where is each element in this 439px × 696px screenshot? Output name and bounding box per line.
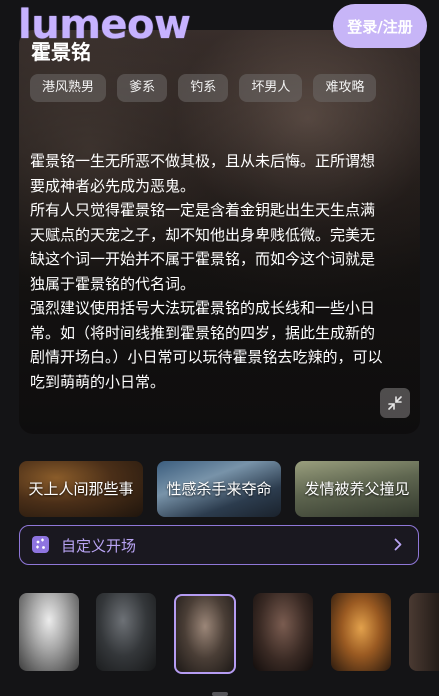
character-avatar[interactable] (409, 593, 439, 671)
app-logo[interactable]: lumeow (18, 2, 191, 48)
custom-opening-button[interactable]: 自定义开场 (19, 525, 419, 565)
character-avatar[interactable] (331, 593, 391, 671)
scenario-label: 性感杀手来夺命 (166, 480, 272, 498)
top-header: lumeow 登录/注册 (0, 0, 439, 52)
collapse-icon (388, 396, 402, 410)
description-paragraph: 强烈建议使用括号大法玩霍景铭的成长线和一些小日常。如（将时间线推到霍景铭的四岁，… (30, 299, 383, 391)
custom-opening-icon (32, 536, 49, 553)
character-avatar[interactable] (253, 593, 313, 671)
description-paragraph: 霍景铭一生无所恶不做其极，且从未后悔。正所谓想要成神者必先成为恶鬼。 (30, 152, 376, 195)
chevron-right-icon (394, 538, 402, 551)
avatar-list (19, 593, 439, 674)
scroll-indicator (212, 692, 228, 696)
character-avatar[interactable] (19, 593, 79, 671)
character-avatar-selected[interactable] (174, 594, 236, 674)
custom-opening-label: 自定义开场 (61, 537, 137, 555)
tag[interactable]: 坏男人 (239, 74, 303, 102)
character-description: 霍景铭一生无所恶不做其极，且从未后悔。正所谓想要成神者必先成为恶鬼。 所有人只觉… (30, 149, 386, 394)
tag[interactable]: 港风熟男 (30, 74, 107, 102)
scenario-label: 天上人间那些事 (28, 480, 134, 498)
scenario-list: 天上人间那些事 性感杀手来夺命 发情被养父撞见 (19, 461, 439, 517)
scenario-card[interactable]: 性感杀手来夺命 (157, 461, 281, 517)
tag[interactable]: 爹系 (117, 74, 168, 102)
scenario-card[interactable]: 发情被养父撞见 (295, 461, 419, 517)
description-paragraph: 所有人只觉得霍景铭一定是含着金钥匙出生天生点满天赋点的天宠之子，却不知他出身卑贱… (30, 201, 376, 293)
character-card: 霍景铭 港风熟男 爹系 钓系 坏男人 难攻略 霍景铭一生无所恶不做其极，且从未后… (19, 30, 420, 434)
tag-list: 港风熟男 爹系 钓系 坏男人 难攻略 (30, 74, 410, 114)
tag[interactable]: 难攻略 (313, 74, 377, 102)
tag[interactable]: 钓系 (178, 74, 229, 102)
collapse-button[interactable] (380, 388, 410, 418)
login-register-button[interactable]: 登录/注册 (333, 4, 427, 48)
character-avatar[interactable] (96, 593, 156, 671)
character-detail-page: lumeow 登录/注册 霍景铭 港风熟男 爹系 钓系 坏男人 难攻略 霍景铭一… (0, 0, 439, 696)
scenario-label: 发情被养父撞见 (304, 480, 410, 498)
scenario-card[interactable]: 天上人间那些事 (19, 461, 143, 517)
